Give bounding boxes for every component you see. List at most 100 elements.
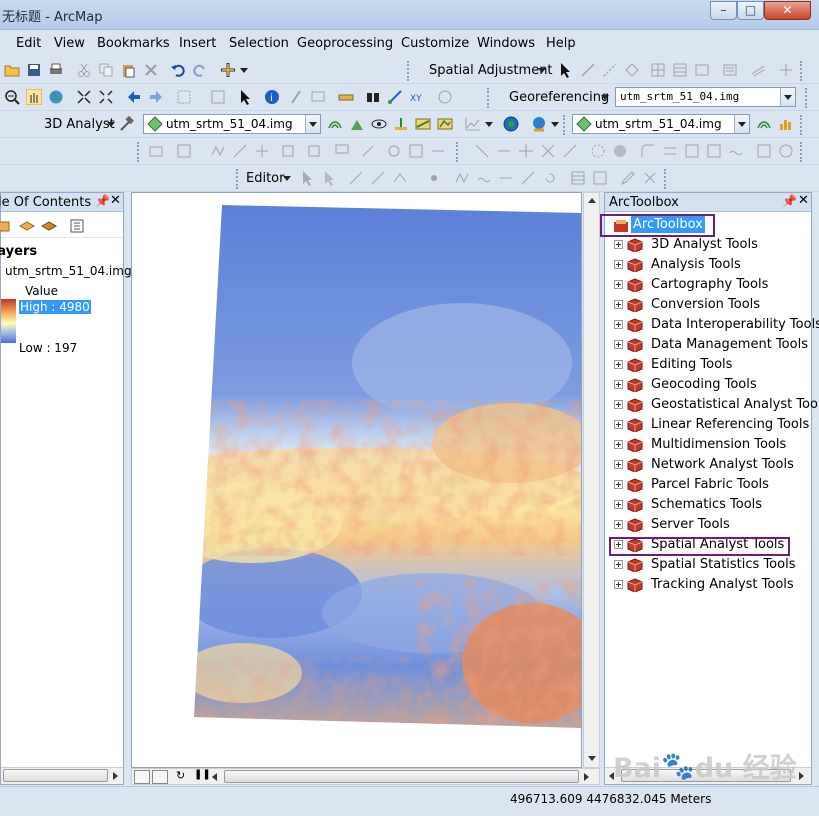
validate-icon[interactable] (306, 143, 322, 159)
toc-horizontal-scrollbar[interactable] (1, 767, 123, 784)
link-table-icon[interactable] (672, 62, 688, 78)
georeferencing-menu[interactable]: Georeferencing (509, 90, 609, 105)
new-displacement-link-icon[interactable] (580, 62, 596, 78)
toolbox-item-3d-analyst-tools[interactable]: 3D Analyst Tools (605, 235, 811, 255)
find-route-icon[interactable] (387, 89, 403, 105)
editor-menu[interactable]: Editor (246, 171, 284, 186)
advanced-edit-icon[interactable] (474, 143, 490, 159)
attributes-icon[interactable] (570, 170, 586, 186)
split-tool-icon[interactable] (520, 170, 536, 186)
back-arrow-icon[interactable] (126, 89, 142, 105)
scroll-thumb[interactable] (224, 770, 579, 783)
select-elements-icon[interactable] (238, 89, 254, 105)
pin-icon[interactable]: 📌 (95, 194, 110, 208)
clear-selection-icon[interactable] (210, 89, 226, 105)
straight-segment-icon[interactable] (348, 170, 364, 186)
scroll-right-icon[interactable] (799, 772, 804, 780)
scroll-left-icon[interactable] (212, 773, 217, 781)
interpolate-polygon-icon[interactable] (437, 116, 453, 132)
replace-geometry-icon[interactable] (706, 143, 722, 159)
dropdown-button[interactable] (305, 115, 320, 133)
point-icon[interactable] (426, 170, 442, 186)
steepest-path-icon[interactable] (349, 116, 365, 132)
spatial-analyst-layer-select[interactable]: utm_srtm_51_04.img (572, 114, 750, 134)
move-icon[interactable] (518, 143, 534, 159)
explode-icon[interactable] (590, 143, 606, 159)
copy-parallel-icon[interactable] (662, 143, 678, 159)
scroll-down-icon[interactable] (588, 756, 596, 761)
open-folder-icon[interactable] (4, 62, 20, 78)
circle-icon[interactable] (778, 143, 794, 159)
interpolate-point-icon[interactable] (393, 116, 409, 132)
trace-icon[interactable] (392, 170, 408, 186)
map-topology-icon[interactable] (176, 143, 192, 159)
toolbar-grip[interactable] (456, 142, 463, 162)
toolbox-item-server-tools[interactable]: Server Tools (605, 515, 811, 535)
topology-icon[interactable] (148, 143, 164, 159)
list-by-visibility-icon[interactable] (41, 218, 57, 234)
menu-geoprocessing[interactable]: Geoprocessing (297, 36, 393, 51)
print-icon[interactable] (48, 62, 64, 78)
dropdown-button[interactable] (734, 115, 749, 133)
scroll-thumb[interactable] (3, 769, 108, 782)
map-horizontal-scrollbar[interactable]: ↻ ❚❚ (131, 768, 600, 785)
rectangle-icon[interactable] (756, 143, 772, 159)
add-data-icon[interactable] (220, 62, 236, 78)
generalize-icon[interactable] (612, 143, 628, 159)
expand-icon[interactable] (614, 520, 623, 529)
toolbox-item-editing-tools[interactable]: Editing Tools (605, 355, 811, 375)
modify-link-icon[interactable] (602, 62, 618, 78)
smooth-icon[interactable] (728, 143, 744, 159)
expand-icon[interactable] (614, 360, 623, 369)
forward-arrow-icon[interactable] (148, 89, 164, 105)
edit-vertices-icon[interactable] (454, 170, 470, 186)
toolbox-item-linear-referencing-tools[interactable]: Linear Referencing Tools (605, 415, 811, 435)
measure-icon[interactable] (338, 89, 354, 105)
fillet-icon[interactable] (640, 143, 656, 159)
toolbar-grip[interactable] (805, 88, 812, 108)
interpolate-line-icon[interactable] (415, 116, 431, 132)
menu-edit[interactable]: Edit (16, 36, 41, 51)
topology-edit-icon[interactable] (280, 143, 296, 159)
toolbox-item-geocoding-tools[interactable]: Geocoding Tools (605, 375, 811, 395)
toolbar-grip[interactable] (664, 169, 671, 189)
rotate-icon[interactable] (542, 170, 558, 186)
map-vertical-scrollbar[interactable] (583, 192, 600, 768)
toolbox-item-schematics-tools[interactable]: Schematics Tools (605, 495, 811, 515)
toolbar-grip[interactable] (407, 61, 414, 81)
create-features-icon[interactable] (620, 170, 636, 186)
toolbar-grip[interactable] (137, 142, 144, 162)
expand-icon[interactable] (614, 400, 623, 409)
arcscene-icon[interactable] (531, 116, 547, 132)
line-of-sight-icon[interactable] (371, 116, 387, 132)
select-features-icon[interactable] (176, 89, 192, 105)
toolbox-item-tracking-analyst-tools[interactable]: Tracking Analyst Tools (605, 575, 811, 595)
find-binoculars-icon[interactable] (365, 89, 381, 105)
layout-view-icon[interactable] (152, 770, 168, 784)
construct-features-icon[interactable] (408, 143, 424, 159)
line-intersection-icon[interactable] (540, 143, 556, 159)
menu-help[interactable]: Help (546, 36, 576, 51)
3d-analyst-layer-select[interactable]: utm_srtm_51_04.img (143, 114, 321, 134)
expand-icon[interactable] (614, 260, 623, 269)
expand-icon[interactable] (614, 480, 623, 489)
toolbar-grip[interactable] (800, 61, 807, 81)
hammer-icon[interactable] (118, 116, 134, 132)
fix-error-icon[interactable] (360, 143, 376, 159)
sketch-properties-icon[interactable] (592, 170, 608, 186)
end-point-arc-icon[interactable] (370, 170, 386, 186)
cut-icon[interactable] (76, 62, 92, 78)
toolbar-grip[interactable] (800, 142, 807, 162)
cut-polygons-icon[interactable] (498, 170, 514, 186)
dropdown-button[interactable] (780, 88, 795, 106)
histogram-icon[interactable] (778, 116, 794, 132)
zoom-out-icon[interactable] (4, 89, 20, 105)
toolbox-item-spatial-statistics-tools[interactable]: Spatial Statistics Tools (605, 555, 811, 575)
expand-icon[interactable] (614, 500, 623, 509)
toolbar-grip[interactable] (563, 115, 570, 135)
legend-high-label[interactable]: High : 4980 (19, 300, 91, 314)
options-icon[interactable] (69, 218, 85, 234)
identify-icon[interactable]: i (264, 89, 280, 105)
expand-icon[interactable] (614, 340, 623, 349)
close-button[interactable]: ✕ (764, 1, 811, 20)
